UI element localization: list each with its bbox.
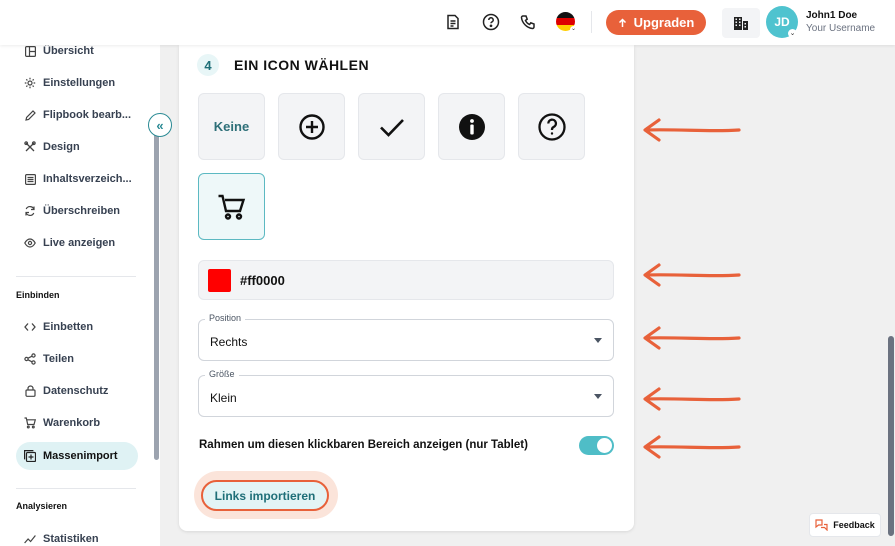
sidebar-item-label: Statistiken [43, 533, 99, 545]
annotation-arrow [643, 326, 741, 350]
sidebar-item-label: Übersicht [43, 45, 94, 57]
dropdown-caret-icon [594, 394, 602, 399]
help-circle-icon [537, 112, 566, 141]
cart-icon [218, 194, 245, 220]
icon-option-plus[interactable] [278, 93, 345, 160]
sidebar-item-label: Datenschutz [43, 385, 109, 397]
add-box-icon [24, 450, 36, 462]
import-links-button[interactable]: Links importieren [201, 480, 329, 511]
icon-option-help[interactable] [518, 93, 585, 160]
plus-circle-icon [298, 113, 325, 140]
sidebar-item-privacy[interactable]: Datenschutz [16, 377, 138, 405]
icon-settings-card: 4 EIN ICON WÄHLEN Keine #ff0000 Rechts P… [179, 45, 634, 531]
position-select[interactable]: Rechts [198, 319, 614, 361]
sidebar-item-settings[interactable]: Einstellungen [16, 69, 138, 97]
feedback-icon [815, 519, 828, 531]
sidebar-item-bulk-import[interactable]: Massenimport [16, 442, 138, 470]
icon-option-info[interactable] [438, 93, 505, 160]
sidebar-divider [16, 488, 136, 489]
sidebar-item-label: Massenimport [43, 450, 118, 462]
page-scrollbar[interactable] [888, 336, 894, 536]
annotation-arrow [643, 387, 741, 411]
position-label: Position [205, 313, 246, 323]
feedback-label: Feedback [833, 520, 875, 530]
phone-icon[interactable] [517, 11, 539, 33]
sidebar-item-overwrite[interactable]: Überschreiben [16, 197, 138, 225]
sidebar-divider [16, 276, 136, 277]
user-name: John1 Doe [806, 10, 858, 21]
sidebar-item-label: Live anzeigen [43, 237, 116, 249]
size-label: Größe [205, 369, 239, 379]
sidebar-item-label: Warenkorb [43, 417, 101, 429]
sidebar-section-embed: Einbinden [16, 290, 60, 300]
sidebar-item-label: Einstellungen [43, 77, 116, 89]
size-select[interactable]: Klein [198, 375, 614, 417]
sidebar-item-toc[interactable]: Inhaltsverzeich... [16, 165, 138, 193]
annotation-arrow [643, 435, 741, 459]
chart-line-icon [24, 533, 36, 545]
info-icon [458, 113, 485, 140]
upgrade-label: Upgraden [633, 15, 695, 30]
top-header: ⌄ Upgraden JD ⌄ John1 Doe Your Username [0, 0, 895, 45]
dropdown-caret-icon [594, 338, 602, 343]
code-icon [24, 321, 36, 333]
step-number: 4 [197, 54, 219, 76]
chevron-down-icon: ⌄ [788, 29, 797, 38]
toggle-knob [597, 438, 612, 453]
sidebar-item-label: Inhaltsverzeich... [43, 173, 132, 185]
sidebar-scrollbar[interactable] [154, 128, 159, 460]
sidebar-item-label: Überschreiben [43, 205, 121, 217]
share-icon [24, 353, 36, 365]
upgrade-button[interactable]: Upgraden [606, 10, 706, 35]
annotation-arrow [643, 263, 741, 287]
gear-icon [24, 77, 36, 89]
collapse-sidebar-button[interactable]: « [148, 113, 172, 137]
icon-option-cart[interactable] [198, 173, 265, 240]
header-divider [591, 11, 592, 33]
border-toggle[interactable] [579, 436, 614, 455]
list-icon [24, 173, 36, 185]
sidebar-item-embed[interactable]: Einbetten [16, 313, 138, 341]
sidebar-item-live-view[interactable]: Live anzeigen [16, 229, 138, 257]
sidebar-item-cart[interactable]: Warenkorb [16, 409, 138, 437]
double-chevron-left-icon: « [156, 117, 164, 133]
border-toggle-label: Rahmen um diesen klickbaren Bereich anze… [199, 439, 528, 451]
sidebar-item-label: Teilen [43, 353, 74, 365]
refresh-icon [24, 205, 36, 217]
cart-icon [24, 417, 36, 429]
sidebar-item-share[interactable]: Teilen [16, 345, 138, 373]
position-value: Rechts [210, 335, 248, 349]
icon-option-label: Keine [213, 119, 250, 134]
icon-option-none[interactable]: Keine [198, 93, 265, 160]
feedback-button[interactable]: Feedback [809, 513, 881, 537]
sidebar-item-flipbook-edit[interactable]: Flipbook bearb... [16, 101, 138, 129]
sidebar-item-label: Flipbook bearb... [43, 109, 132, 121]
size-value: Klein [210, 391, 237, 405]
chevron-down-icon: ⌄ [570, 26, 577, 33]
sidebar-item-label: Einbetten [43, 321, 94, 333]
document-icon[interactable] [442, 11, 464, 33]
building-icon[interactable] [722, 8, 760, 38]
sidebar-section-analyze: Analysieren [16, 501, 68, 511]
tools-icon [24, 141, 36, 153]
check-icon [379, 118, 404, 137]
color-picker-field[interactable]: #ff0000 [198, 260, 614, 300]
annotation-arrow [643, 118, 741, 142]
sidebar-item-design[interactable]: Design [16, 133, 138, 161]
layout-icon [24, 45, 36, 57]
icon-option-check[interactable] [358, 93, 425, 160]
color-swatch[interactable] [208, 269, 231, 292]
step-title: EIN ICON WÄHLEN [234, 57, 370, 73]
arrow-up-icon [618, 17, 626, 27]
color-value: #ff0000 [240, 273, 285, 288]
sidebar: Übersicht Einstellungen Flipbook bearb..… [0, 45, 160, 546]
pencil-icon [24, 109, 36, 121]
help-icon[interactable] [480, 11, 502, 33]
sidebar-item-statistics[interactable]: Statistiken [16, 525, 138, 546]
user-subtitle: Your Username [806, 23, 876, 34]
eye-icon [24, 237, 36, 249]
sidebar-item-label: Design [43, 141, 80, 153]
lock-icon [24, 385, 36, 397]
